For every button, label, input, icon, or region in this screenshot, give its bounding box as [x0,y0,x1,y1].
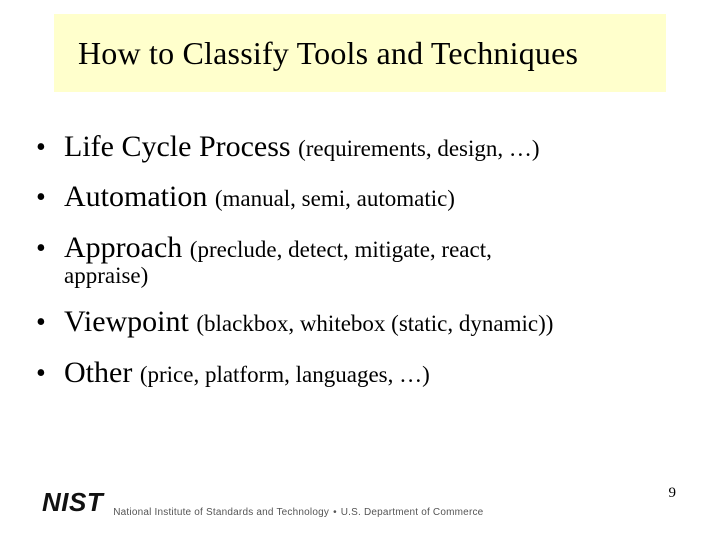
bullet-paren: (price, platform, languages, …) [140,362,430,387]
bullet-dot-icon: • [36,354,64,392]
page-number: 9 [669,485,677,502]
bullet-dot-icon: • [36,303,64,341]
bullet-main: Automation [64,180,215,213]
bullet-dot-icon: • [36,229,64,267]
list-item: • Other (price, platform, languages, …) [36,354,696,392]
bullet-main: Approach [64,231,190,264]
bullet-text: Life Cycle Process (requirements, design… [64,128,696,166]
bullet-list: • Life Cycle Process (requirements, desi… [36,128,696,404]
bullet-dot-icon: • [36,178,64,216]
nist-subtext: National Institute of Standards and Tech… [113,507,483,518]
separator-dot-icon: • [333,507,337,518]
bullet-text: Other (price, platform, languages, …) [64,354,696,392]
bullet-paren: (requirements, design, …) [298,136,539,161]
bullet-main: Viewpoint [64,305,196,338]
bullet-paren: (blackbox, whitebox (static, dynamic)) [196,311,553,336]
nist-logo: NIST National Institute of Standards and… [42,487,483,518]
bullet-main: Life Cycle Process [64,130,298,163]
nist-logo-icon: NIST [42,487,103,518]
list-item: • Automation (manual, semi, automatic) [36,178,696,216]
bullet-text: Automation (manual, semi, automatic) [64,178,696,216]
slide-title: How to Classify Tools and Techniques [78,35,578,72]
nist-org: National Institute of Standards and Tech… [113,507,329,518]
bullet-dot-icon: • [36,128,64,166]
slide: How to Classify Tools and Techniques • L… [0,0,720,540]
bullet-text: Approach (preclude, detect, mitigate, re… [64,229,696,267]
title-box: How to Classify Tools and Techniques [54,14,666,92]
list-item: • Viewpoint (blackbox, whitebox (static,… [36,303,696,341]
list-item: • Life Cycle Process (requirements, desi… [36,128,696,166]
bullet-paren: (manual, semi, automatic) [215,186,455,211]
nist-dept: U.S. Department of Commerce [341,507,484,518]
bullet-text: Viewpoint (blackbox, whitebox (static, d… [64,303,696,341]
bullet-paren: (preclude, detect, mitigate, react, [190,237,492,262]
footer: NIST National Institute of Standards and… [42,482,682,522]
bullet-main: Other [64,356,140,389]
list-item: • Approach (preclude, detect, mitigate, … [36,229,696,267]
